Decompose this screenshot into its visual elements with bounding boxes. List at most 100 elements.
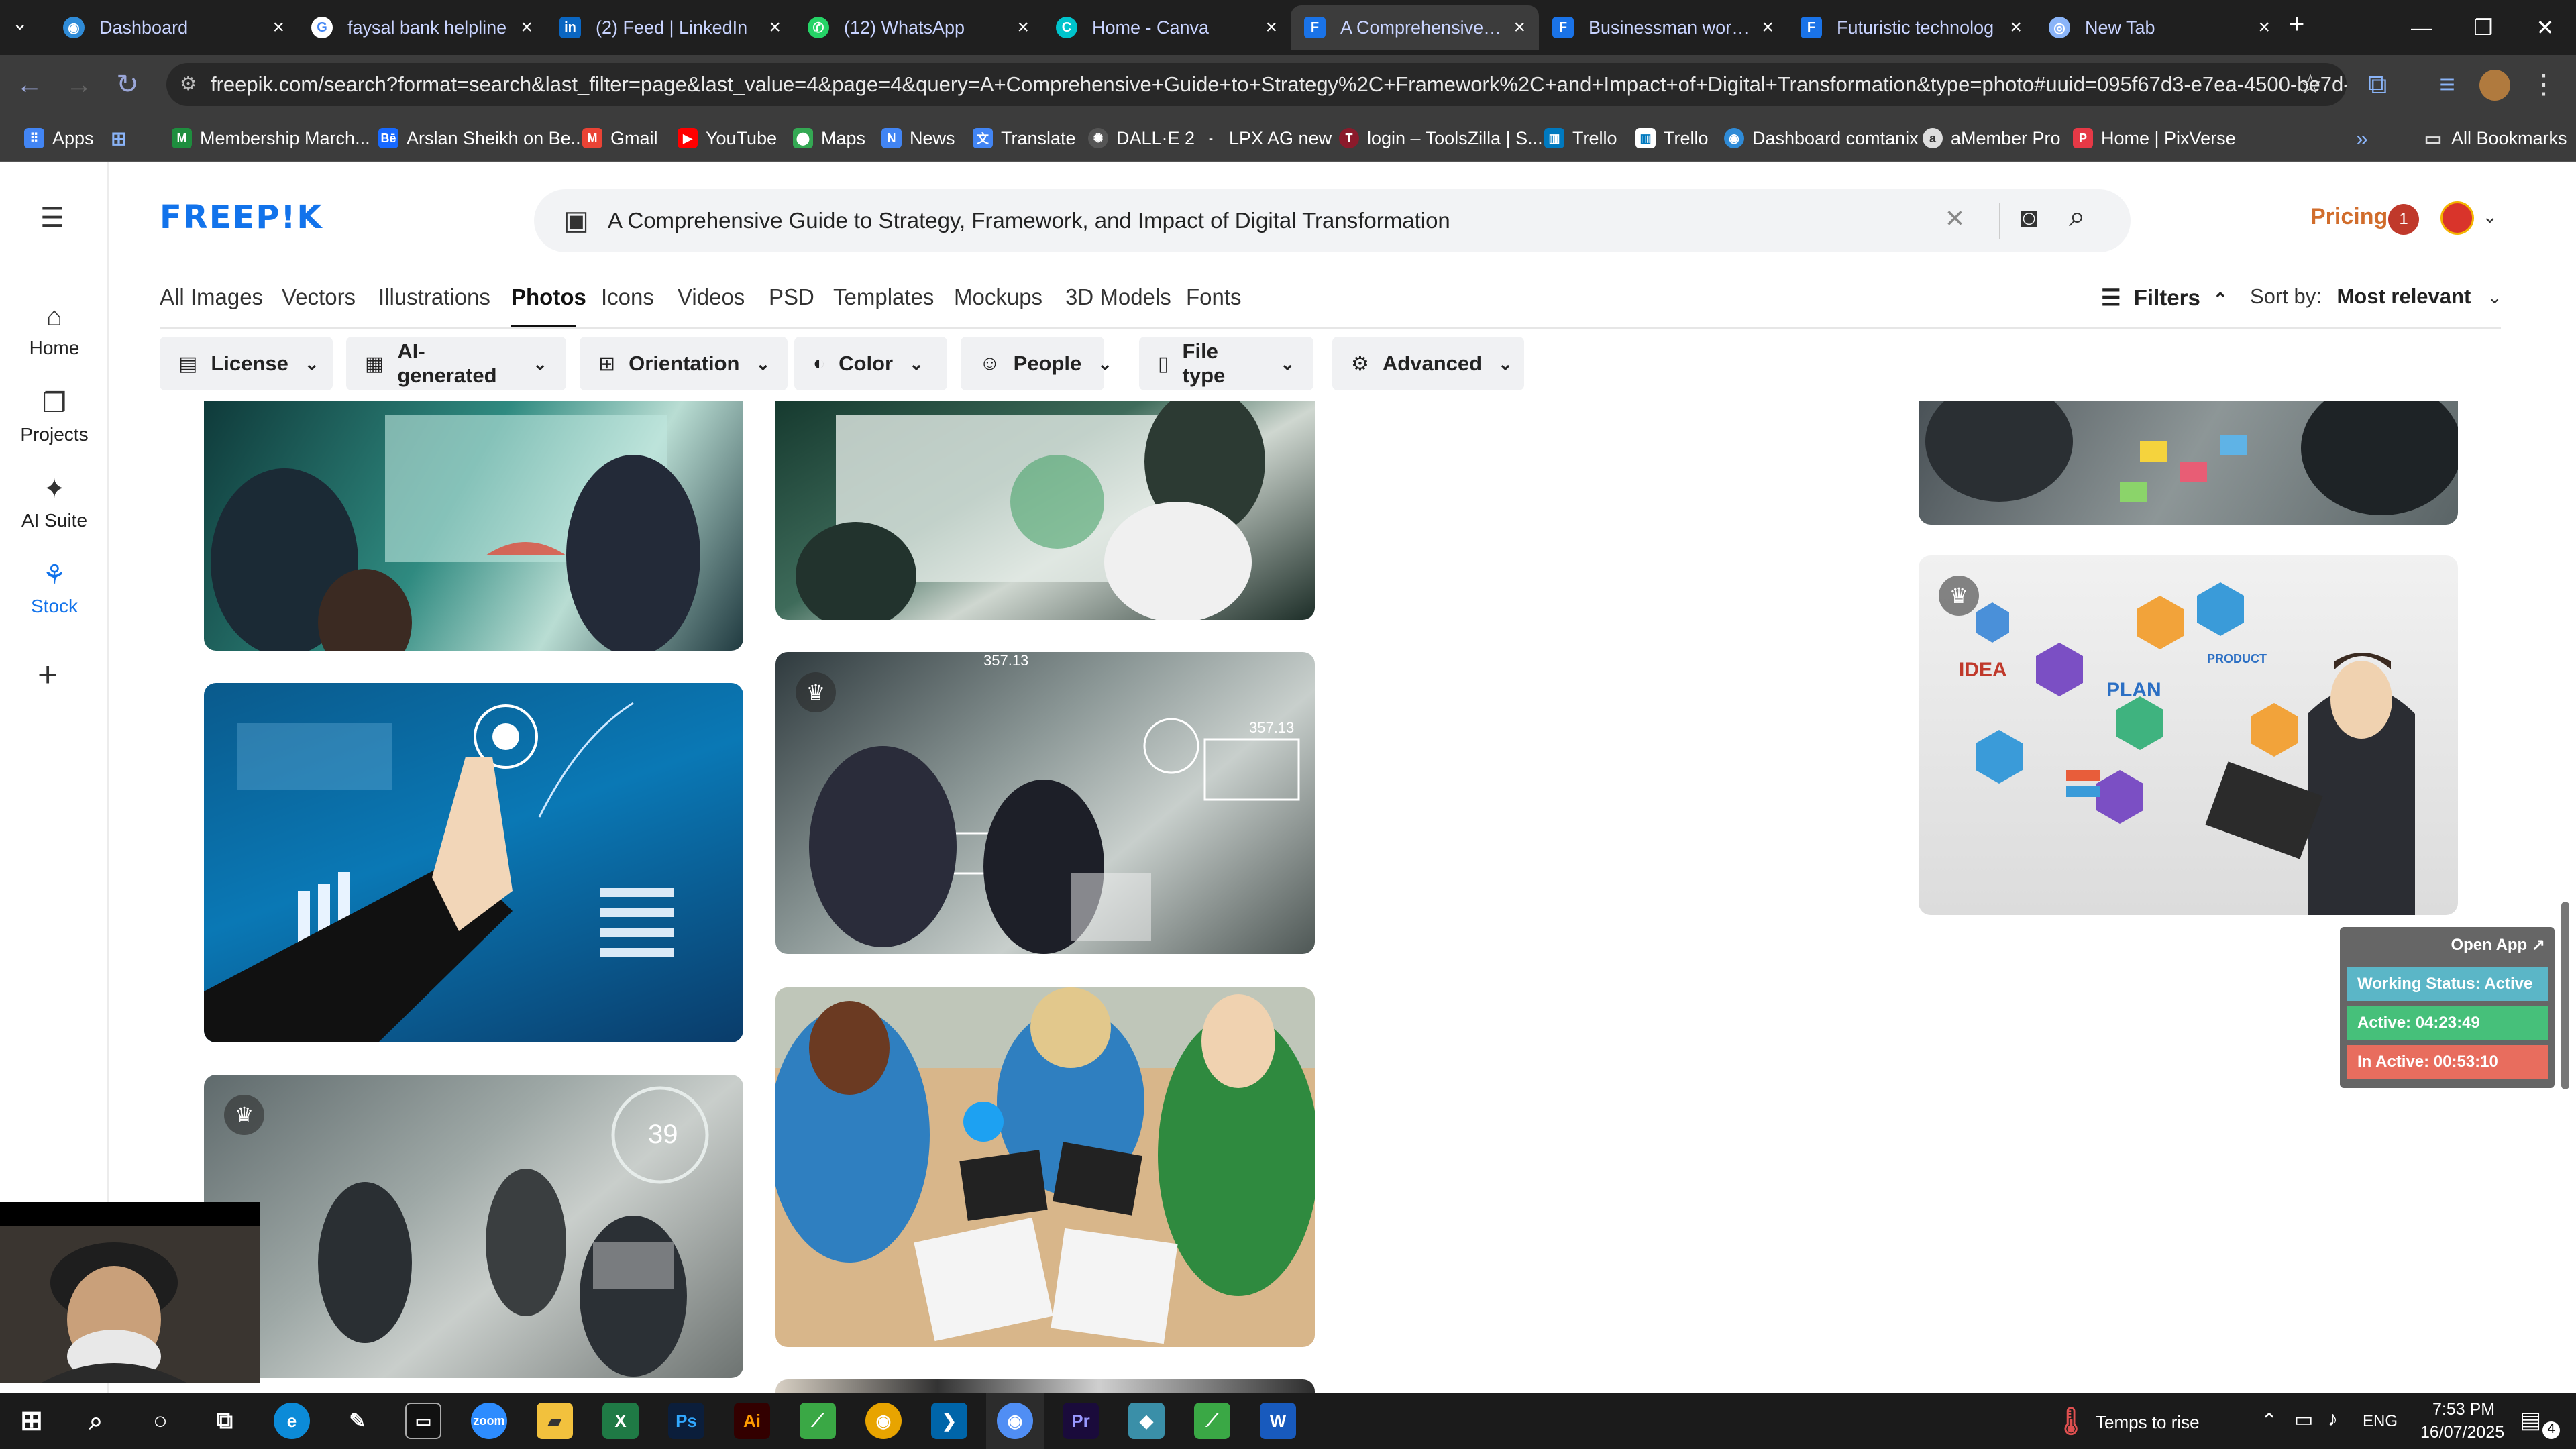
bookmark-maps[interactable]: ⬤ Maps bbox=[793, 125, 865, 152]
tab-futuristic-technology[interactable]: F Futuristic technolog × bbox=[1787, 5, 2035, 50]
file-explorer-icon[interactable]: ▰ bbox=[537, 1403, 573, 1439]
tab-templates[interactable]: Templates bbox=[833, 284, 934, 310]
tab-close-icon[interactable]: × bbox=[1265, 16, 1277, 39]
pen-icon[interactable]: ✎ bbox=[339, 1403, 376, 1439]
search-icon[interactable]: ⌕ bbox=[2069, 200, 2086, 233]
tab-new-tab[interactable]: ◎ New Tab × bbox=[2035, 5, 2284, 50]
premiere-icon[interactable]: Pr bbox=[1063, 1403, 1099, 1439]
filter-advanced[interactable]: ⚙ Advanced ⌄ bbox=[1332, 337, 1524, 390]
windows-start-icon[interactable]: ⊞ bbox=[13, 1403, 50, 1439]
terminal-icon[interactable]: ▭ bbox=[405, 1403, 441, 1439]
browser-menu-icon[interactable]: ⋮ bbox=[2524, 64, 2564, 105]
filters-toggle[interactable]: ☰ Filters ⌃ bbox=[2101, 284, 2228, 311]
tab-close-icon[interactable]: × bbox=[521, 16, 533, 39]
clear-search-icon[interactable]: × bbox=[1945, 200, 1964, 237]
word-icon[interactable]: W bbox=[1260, 1403, 1296, 1439]
bookmark-dalle[interactable]: ✺ DALL·E 2 bbox=[1088, 125, 1195, 152]
all-bookmarks[interactable]: ▭ All Bookmarks bbox=[2423, 125, 2567, 152]
filter-license[interactable]: ▤ License ⌄ bbox=[160, 337, 333, 390]
tab-linkedin[interactable]: in (2) Feed | LinkedIn × bbox=[546, 5, 794, 50]
sidebar-item-stock[interactable]: ⚘ Stock bbox=[0, 559, 109, 617]
bookmark-pixverse[interactable]: P Home | PixVerse bbox=[2073, 125, 2236, 152]
new-tab-button[interactable]: + bbox=[2289, 9, 2304, 40]
tab-close-icon[interactable]: × bbox=[769, 16, 781, 39]
volume-icon[interactable]: ♪ bbox=[2328, 1408, 2338, 1431]
app-green-icon[interactable]: ⟋ bbox=[800, 1403, 836, 1439]
filter-people[interactable]: ☺ People ⌄ bbox=[961, 337, 1112, 390]
profile-avatar[interactable] bbox=[2479, 70, 2510, 101]
bookmark-gmail[interactable]: M Gmail bbox=[582, 125, 658, 152]
notification-badge[interactable]: 1 bbox=[2388, 204, 2419, 235]
sidebar-item-projects[interactable]: ❐ Projects bbox=[0, 388, 109, 445]
excel-icon[interactable]: X bbox=[602, 1403, 639, 1439]
photo-result-card[interactable] bbox=[1919, 401, 2458, 525]
tab-whatsapp[interactable]: ✆ (12) WhatsApp × bbox=[794, 5, 1042, 50]
tab-close-icon[interactable]: × bbox=[1017, 16, 1029, 39]
tab-close-icon[interactable]: × bbox=[2258, 16, 2270, 39]
address-bar[interactable]: ⚙ freepik.com/search?format=search&last_… bbox=[166, 63, 2347, 106]
vscode-icon[interactable]: ❯ bbox=[931, 1403, 967, 1439]
pricing-link[interactable]: Pricing bbox=[2310, 204, 2387, 230]
photo-result-card[interactable]: ♛ 39 bbox=[204, 1075, 743, 1378]
minimize-button[interactable]: — bbox=[2391, 0, 2453, 55]
sidebar-item-ai-suite[interactable]: ✦ AI Suite bbox=[0, 474, 109, 531]
tab-close-icon[interactable]: × bbox=[2010, 16, 2022, 39]
tab-fonts[interactable]: Fonts bbox=[1186, 284, 1242, 310]
photo-result-card[interactable] bbox=[204, 683, 743, 1042]
tab-psd[interactable]: PSD bbox=[769, 284, 814, 310]
tab-photos[interactable]: Photos bbox=[511, 284, 586, 310]
bookmark-dashboard-comtanix[interactable]: ◉ Dashboard comtanix bbox=[1724, 125, 1919, 152]
photo-result-card[interactable]: ♛ 357.13 357.13 bbox=[775, 652, 1315, 954]
cortana-icon[interactable]: ○ bbox=[142, 1403, 178, 1439]
photo-result-card[interactable] bbox=[775, 987, 1315, 1347]
open-app-link[interactable]: Open App ↗ bbox=[2451, 935, 2545, 955]
bookmark-star-icon[interactable]: ☆ bbox=[2290, 64, 2330, 105]
photoshop-icon[interactable]: Ps bbox=[668, 1403, 704, 1439]
filter-file-type[interactable]: ▯ File type ⌄ bbox=[1139, 337, 1313, 390]
bookmark-translate[interactable]: 文 Translate bbox=[973, 125, 1076, 152]
bookmark-trello-1[interactable]: ▥ Trello bbox=[1544, 125, 1617, 152]
app-diamond-icon[interactable]: ◆ bbox=[1128, 1403, 1165, 1439]
reload-button[interactable]: ↻ bbox=[107, 64, 148, 105]
notification-center-icon[interactable]: ▤ bbox=[2520, 1407, 2541, 1434]
chevron-down-icon[interactable]: ⌄ bbox=[2482, 205, 2498, 227]
bookmarks-overflow-icon[interactable]: » bbox=[2356, 125, 2368, 152]
sidebar-item-home[interactable]: ⌂ Home bbox=[0, 302, 109, 359]
add-icon[interactable]: + bbox=[38, 655, 58, 695]
site-info-icon[interactable]: ⚙ bbox=[180, 72, 200, 97]
filter-color[interactable]: ◐ Color ⌄ bbox=[794, 337, 947, 390]
sort-dropdown[interactable]: Sort by: Most relevant ⌄ bbox=[2250, 284, 2502, 309]
tab-3d-models[interactable]: 3D Models bbox=[1065, 284, 1171, 310]
chevron-up-icon[interactable]: ⌃ bbox=[2261, 1409, 2277, 1433]
bookmark-toolszilla[interactable]: Tlogin – ToolsZilla | S... bbox=[1339, 125, 1543, 152]
bookmark-apps[interactable]: ⠿ Apps bbox=[24, 125, 94, 152]
tab-all-images[interactable]: All Images bbox=[160, 284, 263, 310]
tab-illustrations[interactable]: Illustrations bbox=[378, 284, 490, 310]
zoom-icon[interactable]: zoom bbox=[471, 1403, 507, 1439]
webcam-overlay[interactable] bbox=[0, 1202, 260, 1383]
edge-icon[interactable]: e bbox=[274, 1403, 310, 1439]
search-input[interactable]: A Comprehensive Guide to Strategy, Frame… bbox=[534, 189, 2131, 252]
photo-result-card[interactable] bbox=[775, 401, 1315, 620]
weather-text[interactable]: Temps to rise bbox=[2096, 1412, 2200, 1433]
back-button[interactable]: ← bbox=[9, 64, 50, 105]
language-indicator[interactable]: ENG bbox=[2363, 1412, 2398, 1431]
freepik-logo[interactable]: FREEP!K bbox=[160, 199, 323, 236]
illustrator-icon[interactable]: Ai bbox=[734, 1403, 770, 1439]
task-view-icon[interactable]: ⧉ bbox=[207, 1403, 243, 1439]
tab-google-search[interactable]: G faysal bank helpline × bbox=[298, 5, 546, 50]
photo-result-card[interactable]: ♛ IDEA PLAN PRODUCT bbox=[1919, 555, 2458, 915]
tab-mockups[interactable]: Mockups bbox=[954, 284, 1042, 310]
camera-search-icon[interactable]: ◙ bbox=[2021, 201, 2037, 233]
photo-result-card[interactable] bbox=[204, 401, 743, 651]
hamburger-menu-icon[interactable]: ☰ bbox=[40, 203, 64, 233]
clock-date[interactable]: 16/07/2025 bbox=[2420, 1423, 2504, 1442]
network-icon[interactable]: ▭ bbox=[2294, 1408, 2313, 1432]
filter-ai-generated[interactable]: ▦ AI-generated ⌄ bbox=[346, 337, 566, 390]
search-icon[interactable]: ⌕ bbox=[78, 1403, 114, 1439]
tab-videos[interactable]: Videos bbox=[678, 284, 745, 310]
tab-businessman-working[interactable]: F Businessman working × bbox=[1539, 5, 1787, 50]
tab-canva[interactable]: C Home - Canva × bbox=[1042, 5, 1291, 50]
bookmark-grid[interactable]: ⊞ bbox=[109, 125, 137, 152]
tab-close-icon[interactable]: × bbox=[272, 16, 284, 39]
